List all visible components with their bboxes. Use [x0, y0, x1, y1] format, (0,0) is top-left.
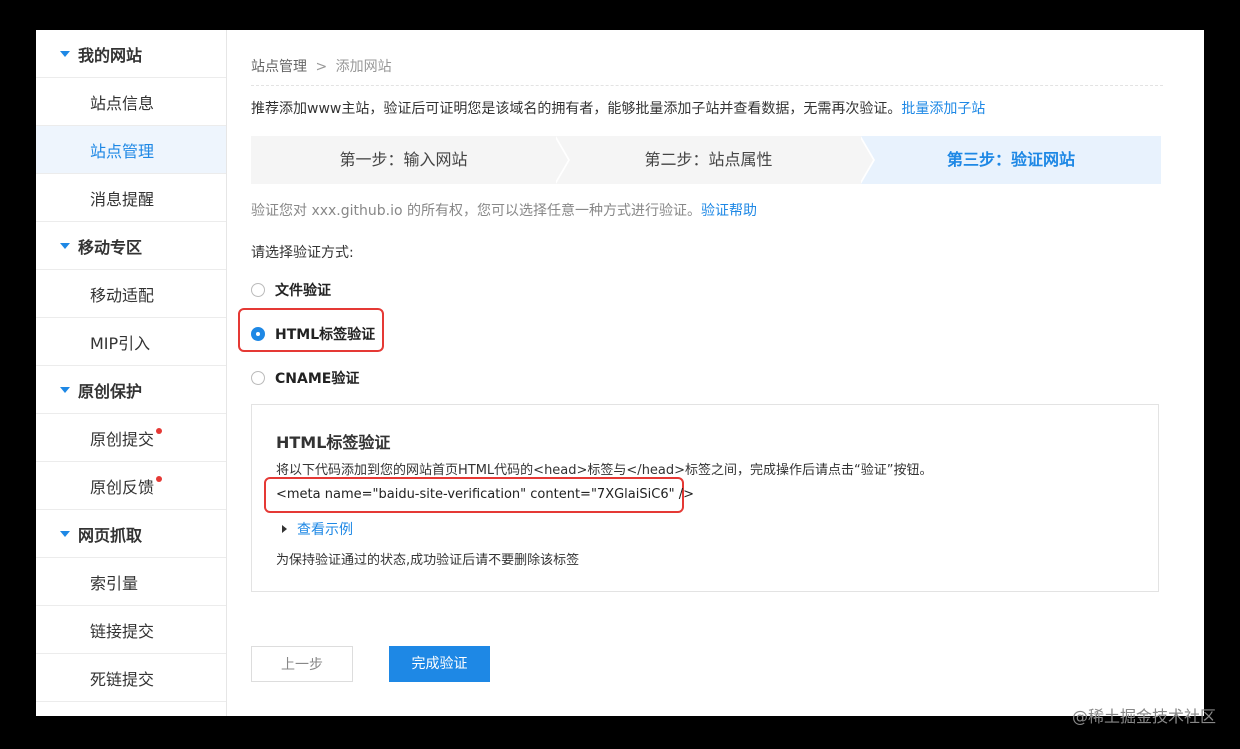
- step-arrow-icon: [859, 136, 873, 184]
- caret-down-icon: [60, 50, 70, 57]
- verify-help-link[interactable]: 验证帮助: [701, 203, 757, 219]
- sidebar-item-index-volume[interactable]: 索引量: [36, 558, 226, 606]
- intro-description: 推荐添加www主站，验证后可证明您是该域名的拥有者，能够批量添加子站并查看数据，…: [251, 101, 902, 117]
- sidebar-group-label: 我的网站: [78, 45, 143, 65]
- sidebar-item-original-feedback[interactable]: 原创反馈: [36, 462, 226, 510]
- step-3-active: 第三步：验证网站: [861, 136, 1161, 184]
- main-content: 站点管理 > 添加网站 推荐添加www主站，验证后可证明您是该域名的拥有者，能够…: [238, 30, 1204, 716]
- sidebar-item-label: 站点信息: [90, 93, 155, 113]
- step-2: 第二步：站点属性: [644, 150, 773, 169]
- notification-dot: [156, 476, 162, 482]
- sidebar-item-label: 移动适配: [90, 285, 155, 305]
- sidebar-item-mip[interactable]: MIP引入: [36, 318, 226, 366]
- view-example-toggle[interactable]: 查看示例: [282, 519, 353, 539]
- view-example-link[interactable]: 查看示例: [297, 519, 353, 539]
- html-tag-panel: HTML标签验证 将以下代码添加到您的网站首页HTML代码的<head>标签与<…: [251, 404, 1159, 592]
- breadcrumb-separator: >: [315, 59, 328, 75]
- step-indicator: 第一步：输入网站 第二步：站点属性 第三步：验证网站: [251, 136, 1161, 184]
- sidebar-item-site-info[interactable]: 站点信息: [36, 78, 226, 126]
- sidebar-item-label: 死链提交: [90, 669, 155, 689]
- radio-unchecked-icon[interactable]: [251, 371, 265, 385]
- complete-verification-button[interactable]: 完成验证: [389, 646, 490, 682]
- method-cname[interactable]: CNAME验证: [251, 368, 359, 388]
- sidebar-item-label: 链接提交: [90, 621, 155, 641]
- caret-down-icon: [60, 242, 70, 249]
- sidebar-group-label: 移动专区: [78, 237, 143, 257]
- panel-title: HTML标签验证: [276, 433, 391, 452]
- sidebar-item-label: 消息提醒: [90, 189, 155, 209]
- sidebar-item-mobile-adapt[interactable]: 移动适配: [36, 270, 226, 318]
- batch-add-subsite-link[interactable]: 批量添加子站: [901, 101, 985, 117]
- panel-description: 将以下代码添加到您的网站首页HTML代码的<head>标签与</head>标签之…: [276, 463, 933, 478]
- sidebar-item-label: 原创提交: [90, 429, 155, 449]
- step-arrow-icon: [554, 136, 568, 184]
- ownership-text: 验证您对 xxx.github.io 的所有权，您可以选择任意一种方式进行验证。: [251, 203, 702, 219]
- sidebar-item-label: 站点管理: [90, 141, 155, 161]
- sidebar-item-message-alerts[interactable]: 消息提醒: [36, 174, 226, 222]
- step-1: 第一步：输入网站: [339, 150, 468, 169]
- sidebar: 我的网站 站点信息 站点管理 消息提醒 移动专区 移动适配 MIP引入 原创保护…: [36, 30, 227, 716]
- intro-text: 推荐添加www主站，验证后可证明您是该域名的拥有者，能够批量添加子站并查看数据，…: [251, 98, 985, 118]
- sidebar-item-deadlink-submit[interactable]: 死链提交: [36, 654, 226, 702]
- sidebar-item-site-management[interactable]: 站点管理: [36, 126, 226, 174]
- sidebar-item-label: 原创反馈: [90, 477, 155, 497]
- sidebar-group-mobile[interactable]: 移动专区: [36, 222, 226, 270]
- sidebar-item-original-submit[interactable]: 原创提交: [36, 414, 226, 462]
- breadcrumb-current: 添加网站: [335, 59, 392, 75]
- sidebar-item-label: MIP引入: [90, 333, 151, 353]
- radio-unchecked-icon[interactable]: [251, 283, 265, 297]
- radio-checked-icon[interactable]: [251, 327, 265, 341]
- sidebar-item-label: 索引量: [90, 573, 139, 593]
- caret-down-icon: [60, 386, 70, 393]
- notification-dot: [156, 428, 162, 434]
- verification-meta-code[interactable]: <meta name="baidu-site-verification" con…: [276, 487, 694, 502]
- sidebar-group-label: 原创保护: [78, 381, 143, 401]
- method-label: CNAME验证: [275, 371, 360, 387]
- divider: [251, 85, 1163, 86]
- caret-right-icon: [282, 525, 287, 533]
- keep-tag-note: 为保持验证通过的状态,成功验证后请不要删除该标签: [276, 553, 580, 568]
- browser-content: 我的网站 站点信息 站点管理 消息提醒 移动专区 移动适配 MIP引入 原创保护…: [36, 30, 1204, 716]
- previous-step-button[interactable]: 上一步: [251, 646, 353, 682]
- sidebar-item-link-submit[interactable]: 链接提交: [36, 606, 226, 654]
- breadcrumb-parent[interactable]: 站点管理: [251, 59, 307, 75]
- sidebar-group-crawl[interactable]: 网页抓取: [36, 510, 226, 558]
- sidebar-group-my-sites[interactable]: 我的网站: [36, 30, 226, 78]
- choose-method-label: 请选择验证方式:: [251, 245, 354, 261]
- method-label: 文件验证: [275, 283, 331, 299]
- method-label: HTML标签验证: [275, 327, 376, 343]
- method-html-tag[interactable]: HTML标签验证: [251, 324, 375, 344]
- caret-down-icon: [60, 530, 70, 537]
- breadcrumb: 站点管理 > 添加网站: [251, 56, 392, 76]
- ownership-note: 验证您对 xxx.github.io 的所有权，您可以选择任意一种方式进行验证。…: [251, 200, 757, 220]
- sidebar-group-original[interactable]: 原创保护: [36, 366, 226, 414]
- method-file[interactable]: 文件验证: [251, 280, 331, 300]
- watermark: @稀土掘金技术社区: [1071, 707, 1216, 726]
- sidebar-group-label: 网页抓取: [78, 525, 143, 545]
